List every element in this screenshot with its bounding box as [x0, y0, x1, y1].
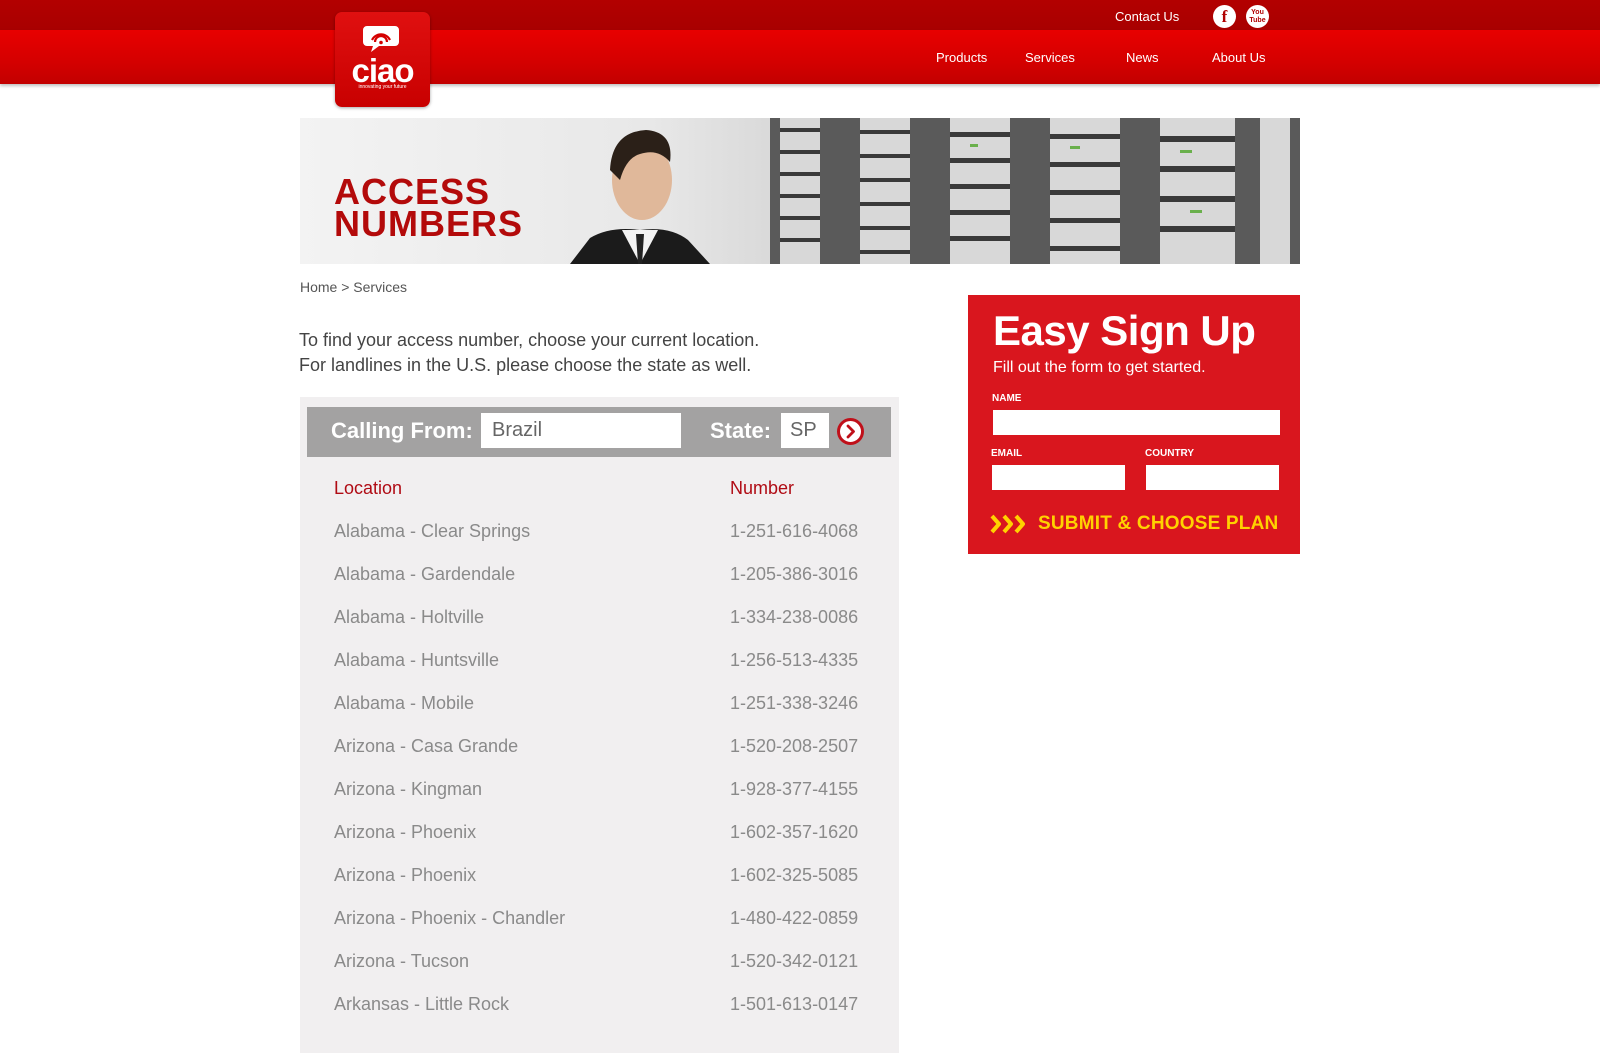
table-row: Alabama - Clear Springs 1-251-616-4068 [334, 521, 864, 564]
row-number: 1-520-342-0121 [730, 951, 859, 971]
row-location: Arizona - Phoenix - Chandler [334, 908, 566, 928]
intro-text: To find your access number, choose your … [299, 328, 759, 378]
access-numbers-banner: ACCESS NUMBERS [300, 118, 1300, 264]
ciao-logo[interactable]: ciao innovating your future [335, 12, 430, 107]
intro-line-2: For landlines in the U.S. please choose … [299, 355, 752, 375]
country-field[interactable] [1146, 465, 1279, 490]
row-location: Arizona - Kingman [334, 779, 483, 799]
submit-choose-plan-button[interactable]: SUBMIT & CHOOSE PLAN [990, 511, 1278, 537]
chevron-right-circle-icon [846, 424, 855, 439]
row-location: Alabama - Huntsville [334, 650, 500, 670]
nav-about-us[interactable]: About Us [1212, 50, 1265, 65]
row-number: 1-520-208-2507 [730, 736, 859, 756]
banner-title: ACCESS NUMBERS [334, 174, 524, 244]
row-number: 1-205-386-3016 [730, 564, 859, 584]
intro-line-1: To find your access number, choose your … [299, 330, 760, 350]
calling-from-label: Calling From: [331, 418, 473, 443]
row-number: 1-602-325-5085 [730, 865, 859, 885]
table-row: Alabama - Huntsville 1-256-513-4335 [334, 650, 864, 693]
row-number: 1-501-613-0147 [730, 994, 859, 1014]
country-label: COUNTRY [1145, 448, 1195, 459]
table-row: Alabama - Holtville 1-334-238-0086 [334, 607, 864, 650]
signup-title: Easy Sign Up [993, 307, 1256, 354]
state-select[interactable] [781, 413, 829, 448]
row-location: Arizona - Casa Grande [334, 736, 519, 756]
row-location: Alabama - Mobile [334, 693, 475, 713]
table-row: Arizona - Tucson 1-520-342-0121 [334, 951, 864, 994]
email-label: EMAIL [991, 448, 1023, 459]
triple-chevron-right-icon [990, 514, 1025, 534]
row-number: 1-256-513-4335 [730, 650, 859, 670]
row-number: 1-480-422-0859 [730, 908, 859, 928]
table-row: Arizona - Phoenix 1-602-325-5085 [334, 865, 864, 908]
row-number: 1-602-357-1620 [730, 822, 859, 842]
table-row: Arkansas - Little Rock 1-501-613-0147 [334, 994, 864, 1037]
nav-news[interactable]: News [1126, 50, 1159, 65]
row-number: 1-928-377-4155 [730, 779, 859, 799]
banner-title-line2: NUMBERS [334, 203, 524, 244]
row-location: Arkansas - Little Rock [334, 994, 510, 1014]
go-button[interactable] [837, 418, 864, 445]
table-row: Alabama - Mobile 1-251-338-3246 [334, 693, 864, 736]
nav-products[interactable]: Products [936, 50, 987, 65]
top-utility-bar [0, 0, 1600, 30]
table-row: Arizona - Kingman 1-928-377-4155 [334, 779, 864, 822]
table-row: Arizona - Phoenix 1-602-357-1620 [334, 822, 864, 865]
contact-us-link[interactable]: Contact Us [1115, 9, 1179, 24]
submit-button-label: SUBMIT & CHOOSE PLAN [1038, 513, 1279, 534]
technician-photo [570, 130, 710, 264]
country-select[interactable] [481, 413, 681, 448]
breadcrumb[interactable]: Home > Services [300, 279, 407, 295]
logo-tagline: innovating your future [358, 84, 407, 90]
row-number: 1-251-616-4068 [730, 521, 859, 541]
name-label: NAME [992, 393, 1022, 404]
youtube-icon[interactable]: You Tube [1246, 5, 1269, 28]
row-location: Alabama - Gardendale [334, 564, 516, 584]
server-racks-image [770, 118, 1300, 264]
state-label: State: [710, 418, 772, 443]
name-field[interactable] [993, 410, 1280, 435]
table-row: Arizona - Casa Grande 1-520-208-2507 [334, 736, 864, 779]
email-field[interactable] [992, 465, 1125, 490]
chat-bubble-wifi-icon [363, 26, 399, 52]
youtube-icon-text-2: Tube [1249, 17, 1266, 24]
row-location: Arizona - Tucson [334, 951, 470, 971]
row-location: Arizona - Phoenix [334, 865, 477, 885]
table-row: Arizona - Phoenix - Chandler 1-480-422-08… [334, 908, 864, 951]
nav-services[interactable]: Services [1025, 50, 1075, 65]
table-row: Alabama - Gardendale 1-205-386-3016 [334, 564, 864, 607]
easy-signup-panel: Easy Sign Up Fill out the form to get st… [968, 295, 1300, 554]
number-column-header: Number [730, 478, 795, 498]
row-number: 1-334-238-0086 [730, 607, 859, 627]
location-column-header: Location [334, 478, 403, 498]
row-location: Arizona - Phoenix [334, 822, 477, 842]
youtube-icon-text-1: You [1251, 9, 1264, 16]
signup-subtitle: Fill out the form to get started. [993, 359, 1206, 376]
row-location: Alabama - Holtville [334, 607, 485, 627]
row-location: Alabama - Clear Springs [334, 521, 531, 541]
facebook-icon[interactable]: f [1213, 5, 1236, 28]
row-number: 1-251-338-3246 [730, 693, 859, 713]
main-nav-bar [0, 30, 1600, 84]
